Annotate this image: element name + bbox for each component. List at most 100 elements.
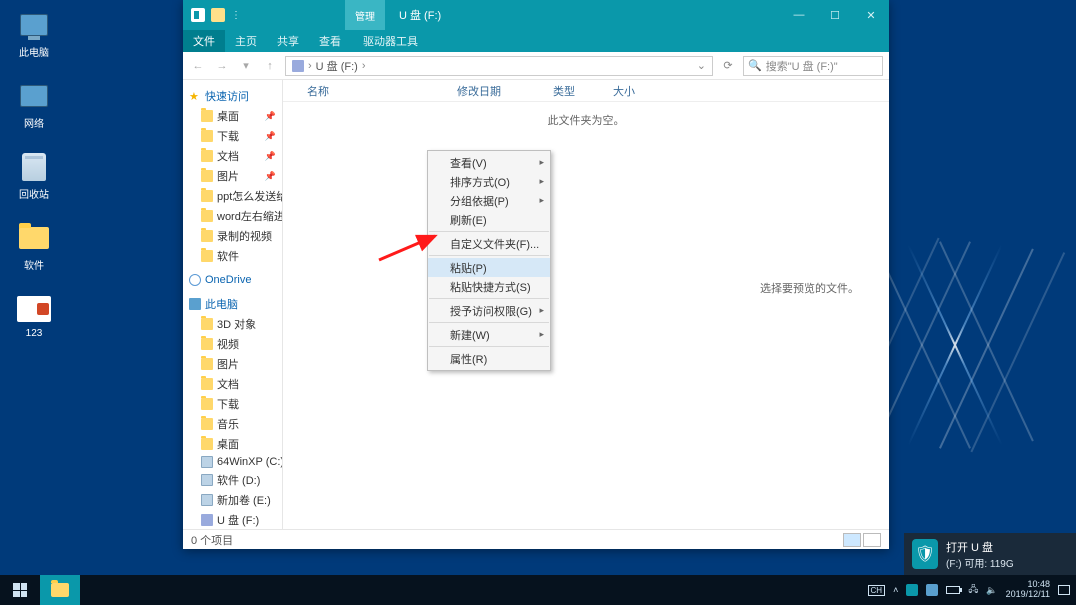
folder-icon	[201, 150, 213, 162]
close-button[interactable]: ✕	[853, 0, 889, 30]
security-icon[interactable]	[906, 584, 918, 596]
label: 此电脑	[205, 296, 238, 312]
nav-pane[interactable]: ★快速访问 桌面📌下载📌文档📌图片📌ppt怎么发送给qq好友word左右缩进怎么…	[183, 80, 283, 529]
nav-quick-access[interactable]: ★快速访问	[187, 86, 282, 106]
nav-item[interactable]: 桌面	[187, 434, 282, 454]
nav-item[interactable]: 64WinXP (C:)	[187, 454, 282, 470]
nav-back-button[interactable]: ←	[189, 57, 207, 75]
recycle-bin-icon	[17, 150, 51, 184]
nav-item[interactable]: 图片📌	[187, 166, 282, 186]
nav-item[interactable]: 文档📌	[187, 146, 282, 166]
battery-icon[interactable]	[946, 586, 960, 594]
label: word左右缩进怎么设置	[217, 208, 282, 224]
label: 图片	[217, 168, 239, 184]
nav-item[interactable]: 3D 对象	[187, 314, 282, 334]
minimize-button[interactable]: —	[781, 0, 817, 30]
nav-item[interactable]: ppt怎么发送给qq好友	[187, 186, 282, 206]
qat-overflow-icon[interactable]: ⋮	[231, 10, 241, 21]
nav-forward-button[interactable]: →	[213, 57, 231, 75]
desktop-icon-software[interactable]: 软件	[8, 221, 60, 272]
nav-item[interactable]: U 盘 (F:)	[187, 510, 282, 529]
label: 桌面	[217, 436, 239, 452]
content-area[interactable]: 名称 修改日期 类型 大小 此文件夹为空。 选择要预览的文件。	[283, 80, 889, 529]
nav-item[interactable]: 下载📌	[187, 126, 282, 146]
volume-icon[interactable]: 🔈	[986, 585, 997, 596]
desktop-icon-123[interactable]: 123	[8, 292, 60, 339]
label: U 盘 (F:)	[217, 512, 259, 528]
system-tray: CH ˄ 🖧 🔈 10:48 2019/12/11	[862, 575, 1076, 605]
desktop-icon-recycle-bin[interactable]: 回收站	[8, 150, 60, 201]
action-center-icon[interactable]	[1058, 585, 1070, 595]
search-input[interactable]: 🔍 搜索"U 盘 (F:)"	[743, 56, 883, 76]
ime-indicator[interactable]: CH	[868, 585, 886, 596]
tab-home[interactable]: 主页	[225, 30, 267, 52]
context-menu-item[interactable]: 新建(W)	[428, 325, 550, 344]
clock[interactable]: 10:48 2019/12/11	[1006, 580, 1050, 600]
view-details-button[interactable]	[843, 533, 861, 547]
chevron-right-icon: ›	[362, 60, 366, 72]
context-menu-item[interactable]: 排序方式(O)	[428, 172, 550, 191]
context-menu-item[interactable]: 分组依据(P)	[428, 191, 550, 210]
usb-icon	[201, 514, 213, 526]
col-type[interactable]: 类型	[553, 83, 613, 99]
nav-up-button[interactable]: ↑	[261, 57, 279, 75]
view-toggle	[843, 533, 881, 547]
column-headers: 名称 修改日期 类型 大小	[283, 80, 889, 102]
usb-tray-icon[interactable]	[926, 584, 938, 596]
window-icon	[191, 8, 205, 22]
start-button[interactable]	[0, 575, 40, 605]
context-menu-item[interactable]: 粘贴(P)	[428, 258, 550, 277]
tab-view[interactable]: 查看	[309, 30, 351, 52]
context-menu-item[interactable]: 查看(V)	[428, 153, 550, 172]
drive-icon	[201, 494, 213, 506]
folder-icon	[201, 398, 213, 410]
context-menu-item[interactable]: 粘贴快捷方式(S)	[428, 277, 550, 296]
window-title: U 盘 (F:)	[385, 0, 455, 30]
desktop-icon-this-pc[interactable]: 此电脑	[8, 8, 60, 59]
nav-this-pc[interactable]: 此电脑	[187, 294, 282, 314]
network-tray-icon[interactable]: 🖧	[968, 582, 978, 598]
refresh-button[interactable]: ⟳	[719, 59, 737, 72]
label: ppt怎么发送给qq好友	[217, 188, 282, 204]
tray-up-icon[interactable]: ˄	[893, 585, 898, 595]
nav-item[interactable]: 软件	[187, 246, 282, 266]
nav-item[interactable]: 新加卷 (E:)	[187, 490, 282, 510]
nav-item[interactable]: 视频	[187, 334, 282, 354]
col-date[interactable]: 修改日期	[457, 83, 553, 99]
breadcrumb[interactable]: › U 盘 (F:) › ⌄	[285, 56, 713, 76]
nav-item[interactable]: word左右缩进怎么设置	[187, 206, 282, 226]
nav-item[interactable]: 文档	[187, 374, 282, 394]
nav-item[interactable]: 图片	[187, 354, 282, 374]
nav-item[interactable]: 下载	[187, 394, 282, 414]
nav-item[interactable]: 软件 (D:)	[187, 470, 282, 490]
tab-file[interactable]: 文件	[183, 30, 225, 52]
col-name[interactable]: 名称	[307, 83, 457, 99]
context-menu-item[interactable]: 授予访问权限(G)	[428, 301, 550, 320]
taskbar-explorer[interactable]	[40, 575, 80, 605]
path-dropdown-icon[interactable]: ⌄	[697, 59, 706, 72]
desktop-icon-network[interactable]: 网络	[8, 79, 60, 130]
context-menu-item[interactable]: 刷新(E)	[428, 210, 550, 229]
nav-item[interactable]: 桌面📌	[187, 106, 282, 126]
maximize-button[interactable]: ☐	[817, 0, 853, 30]
tab-drive-tools[interactable]: 驱动器工具	[353, 30, 428, 52]
nav-item[interactable]: 录制的视频	[187, 226, 282, 246]
view-icons-button[interactable]	[863, 533, 881, 547]
nav-onedrive[interactable]: OneDrive	[187, 272, 282, 288]
context-menu-item[interactable]: 自定义文件夹(F)...	[428, 234, 550, 253]
breadcrumb-segment[interactable]: U 盘 (F:)	[316, 58, 358, 74]
qat-icon[interactable]	[211, 8, 225, 22]
shield-icon: 🛡	[912, 539, 938, 569]
contextual-tab-manage[interactable]: 管理	[345, 0, 385, 30]
label: 64WinXP (C:)	[217, 456, 282, 468]
usb-notification[interactable]: 🛡 打开 U 盘 (F:) 可用: 119G	[904, 533, 1076, 575]
nav-recent-button[interactable]: ▾	[237, 57, 255, 75]
tab-share[interactable]: 共享	[267, 30, 309, 52]
col-size[interactable]: 大小	[613, 83, 673, 99]
context-menu-item[interactable]: 属性(R)	[428, 349, 550, 368]
nav-item[interactable]: 音乐	[187, 414, 282, 434]
pin-icon: 📌	[265, 131, 280, 142]
context-menu: 查看(V)排序方式(O)分组依据(P)刷新(E) 自定义文件夹(F)... 粘贴(P…	[427, 150, 551, 371]
label: 新加卷 (E:)	[217, 492, 271, 508]
titlebar[interactable]: ⋮ 管理 U 盘 (F:) — ☐ ✕	[183, 0, 889, 30]
